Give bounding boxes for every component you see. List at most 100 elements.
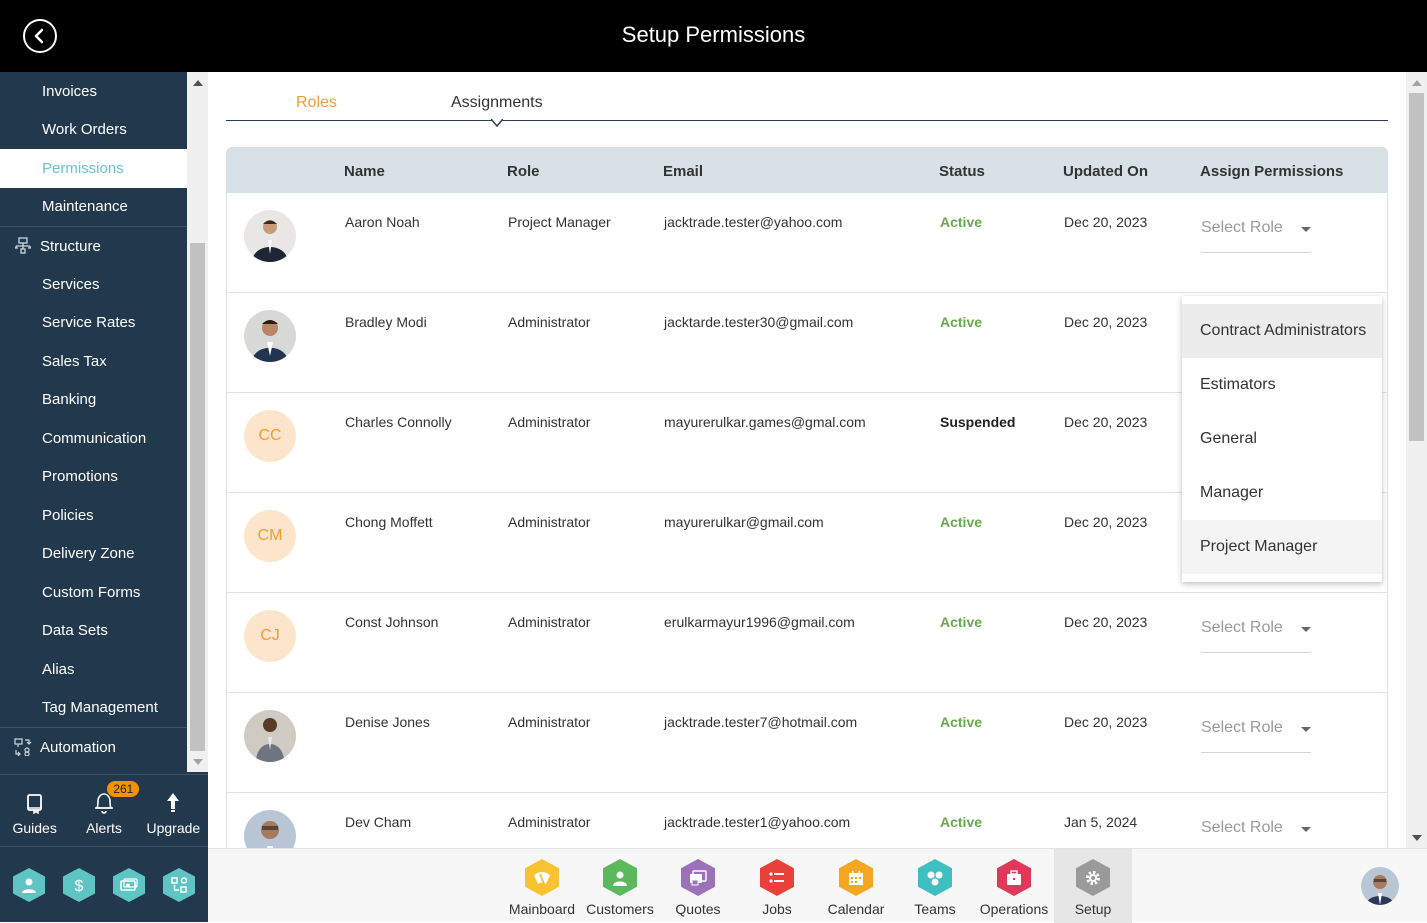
caret-down-icon: [1301, 627, 1311, 632]
select-role-dropdown[interactable]: Select Role: [1201, 219, 1311, 253]
select-role-dropdown[interactable]: Select Role: [1201, 819, 1311, 848]
sidebar-item-label: Work Orders: [42, 121, 127, 139]
scroll-up-arrow[interactable]: [193, 80, 203, 86]
arrow-up-icon: [167, 793, 180, 812]
nav-label: Calendar: [827, 901, 885, 917]
nav-label: Jobs: [762, 901, 792, 917]
sidebar-item-service-rates[interactable]: Service Rates: [0, 304, 187, 343]
sidebar-item-label: Communication: [42, 429, 147, 447]
table-row: CJ Const Johnson Administrator erulkarmayur…: [226, 593, 1388, 693]
dashboard-icon: [525, 859, 559, 896]
billing-app-button[interactable]: $: [63, 868, 95, 902]
sidebar-item-maintenance[interactable]: Maintenance: [0, 188, 187, 227]
updated-on-date: Dec 20, 2023: [1064, 514, 1148, 530]
sidebar-item-label: Invoices: [42, 82, 98, 100]
role-dropdown-menu: Contract Administrators Estimators Gener…: [1182, 296, 1382, 582]
nav-jobs[interactable]: Jobs: [738, 849, 816, 923]
sidebar-item-invoices[interactable]: Invoices: [0, 72, 187, 111]
tab-bar: Roles Assignments: [226, 72, 1388, 128]
table-row: Denise Jones Administrator jacktrade.teste…: [226, 693, 1388, 793]
nav-label: Customers: [586, 901, 654, 917]
nav-mainboard[interactable]: Mainboard: [503, 849, 581, 923]
column-header-name[interactable]: Name: [344, 163, 385, 180]
guides-button[interactable]: Guides: [0, 775, 69, 846]
status-badge: Active: [940, 314, 983, 330]
quotes-icon: [681, 859, 715, 896]
team-icon: [918, 859, 952, 896]
column-header-status[interactable]: Status: [939, 163, 985, 180]
role-option-estimators[interactable]: Estimators: [1182, 358, 1382, 412]
sidebar-scrollbar[interactable]: [187, 72, 208, 772]
sidebar-item-label: Delivery Zone: [42, 545, 135, 563]
tab-roles[interactable]: Roles: [296, 94, 337, 112]
sidebar-item-policies[interactable]: Policies: [0, 496, 187, 535]
sitemap-icon: [14, 237, 32, 255]
updated-on-date: Jan 5, 2024: [1064, 814, 1138, 830]
sidebar-item-data-sets[interactable]: Data Sets: [0, 612, 187, 651]
role-option-manager[interactable]: Manager: [1182, 466, 1382, 520]
sidebar: Invoices Work Orders Permissions Maintenanc…: [0, 72, 208, 922]
sidebar-tools: Guides 261 Alerts Upgrade: [0, 774, 208, 847]
nav-label: Mainboard: [508, 901, 576, 917]
tab-assignments[interactable]: Assignments: [451, 94, 543, 112]
nav-quotes[interactable]: Quotes: [659, 849, 737, 923]
sidebar-item-permissions[interactable]: Permissions: [0, 149, 187, 188]
dollar-icon: $: [75, 878, 84, 894]
sidebar-item-promotions[interactable]: Promotions: [0, 458, 187, 497]
alerts-button[interactable]: 261 Alerts: [69, 775, 140, 846]
user-profile-avatar[interactable]: [1361, 867, 1399, 905]
sidebar-item-label: Service Rates: [42, 314, 136, 332]
sidebar-group-automation[interactable]: Automation: [0, 727, 187, 766]
user-app-button[interactable]: [13, 868, 45, 902]
user-name: Bradley Modi: [345, 314, 427, 330]
sidebar-item-label: Banking: [42, 391, 97, 409]
select-role-dropdown[interactable]: Select Role: [1201, 619, 1311, 653]
user-email: jacktrade.tester@yahoo.com: [664, 214, 843, 230]
alerts-label: Alerts: [86, 820, 122, 836]
upgrade-button[interactable]: Upgrade: [139, 775, 208, 846]
sidebar-item-services[interactable]: Services: [0, 265, 187, 304]
user-role: Administrator: [508, 314, 591, 330]
main-scrollbar[interactable]: [1406, 72, 1427, 848]
nav-calendar[interactable]: Calendar: [817, 849, 895, 923]
sidebar-item-work-orders[interactable]: Work Orders: [0, 111, 187, 150]
sidebar-scroll-thumb[interactable]: [190, 243, 205, 751]
avatar: [244, 710, 296, 762]
scroll-up-arrow[interactable]: [1412, 80, 1422, 86]
sidebar-item-label: Policies: [42, 506, 94, 524]
sidebar-item-sales-tax[interactable]: Sales Tax: [0, 342, 187, 381]
automation-icon: [14, 738, 32, 756]
nav-teams[interactable]: Teams: [896, 849, 974, 923]
sidebar-item-custom-forms[interactable]: Custom Forms: [0, 573, 187, 612]
select-role-placeholder: Select Role: [1201, 819, 1283, 836]
role-option-general[interactable]: General: [1182, 412, 1382, 466]
nav-setup[interactable]: Setup: [1054, 849, 1132, 923]
sidebar-item-label: Services: [42, 275, 100, 293]
payments-app-button[interactable]: [113, 868, 145, 902]
sidebar-apps: $: [0, 848, 208, 922]
scroll-down-arrow[interactable]: [1412, 835, 1422, 841]
user-email: mayurerulkar@gmail.com: [664, 514, 824, 530]
role-option-contract-administrators[interactable]: Contract Administrators: [1182, 304, 1382, 358]
sidebar-item-banking[interactable]: Banking: [0, 381, 187, 420]
column-header-email[interactable]: Email: [663, 163, 703, 180]
user-role: Administrator: [508, 714, 591, 730]
sidebar-item-delivery-zone[interactable]: Delivery Zone: [0, 535, 187, 574]
role-option-project-manager[interactable]: Project Manager: [1182, 520, 1382, 574]
nav-operations[interactable]: Operations: [975, 849, 1053, 923]
briefcase-icon: [997, 859, 1031, 896]
sidebar-item-tag-management[interactable]: Tag Management: [0, 689, 187, 728]
nav-customers[interactable]: Customers: [581, 849, 659, 923]
user-role: Project Manager: [508, 214, 611, 230]
nav-label: Quotes: [675, 901, 721, 917]
main-scroll-thumb[interactable]: [1409, 93, 1424, 441]
select-role-placeholder: Select Role: [1201, 719, 1283, 736]
column-header-updated-on[interactable]: Updated On: [1063, 163, 1148, 180]
column-header-role[interactable]: Role: [507, 163, 540, 180]
sidebar-item-communication[interactable]: Communication: [0, 419, 187, 458]
sidebar-item-alias[interactable]: Alias: [0, 650, 187, 689]
sidebar-group-structure[interactable]: Structure: [0, 226, 187, 265]
scroll-down-arrow[interactable]: [193, 759, 203, 765]
workflow-app-button[interactable]: [163, 868, 195, 902]
select-role-dropdown[interactable]: Select Role: [1201, 719, 1311, 753]
